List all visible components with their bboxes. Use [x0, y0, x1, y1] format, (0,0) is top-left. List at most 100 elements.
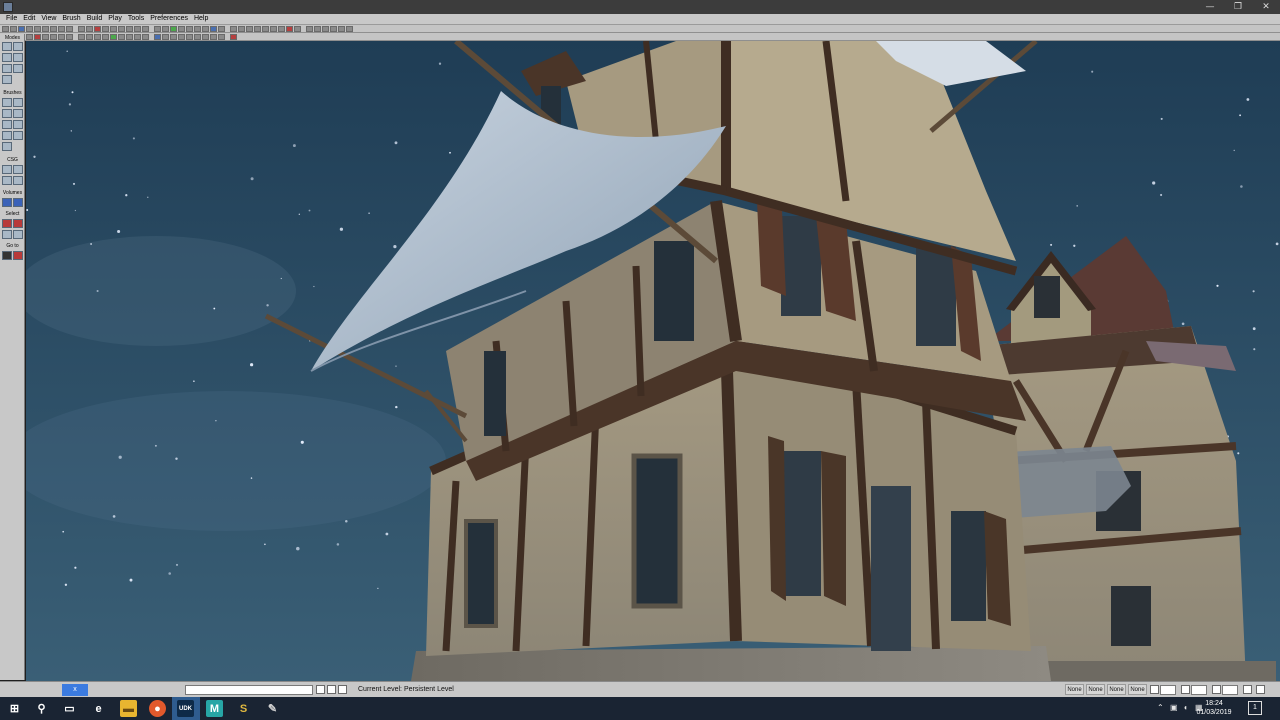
scale-grid-checkbox[interactable]: [1212, 685, 1221, 694]
toolbar-button[interactable]: [246, 25, 253, 32]
toolbar-button[interactable]: [10, 25, 17, 32]
toolbar-button[interactable]: [58, 25, 65, 32]
menu-tools[interactable]: Tools: [125, 14, 147, 24]
go-to-builder-button[interactable]: [13, 251, 23, 260]
go-to-actor-button[interactable]: [2, 251, 12, 260]
show-selected-button[interactable]: [2, 219, 12, 228]
toolbar-button[interactable]: [230, 25, 237, 32]
toolbar-button[interactable]: [194, 33, 201, 40]
toolbar-button[interactable]: [94, 25, 101, 32]
menu-file[interactable]: File: [3, 14, 20, 24]
perspective-viewport[interactable]: [26, 41, 1280, 681]
close-button[interactable]: ✕: [1252, 0, 1280, 14]
back-icon[interactable]: [327, 685, 336, 694]
toolbar-button[interactable]: [142, 33, 149, 40]
start-icon[interactable]: ⊞: [6, 700, 23, 717]
toolbar-button[interactable]: [194, 25, 201, 32]
menu-view[interactable]: View: [38, 14, 59, 24]
toolbar-button[interactable]: [210, 33, 217, 40]
3dsmax-icon[interactable]: S: [235, 700, 252, 717]
csg-deintersect-button[interactable]: [13, 176, 23, 185]
maya-icon[interactable]: M: [206, 700, 223, 717]
toolbar-button[interactable]: [102, 33, 109, 40]
tray-volume-icon[interactable]: ◖: [1183, 703, 1188, 712]
toolbar-button[interactable]: [162, 25, 169, 32]
toolbar-button[interactable]: [186, 33, 193, 40]
landscape-mode-button[interactable]: [2, 75, 12, 84]
toolbar-button[interactable]: [78, 33, 85, 40]
toolbar-button[interactable]: [110, 33, 117, 40]
terrain-mode-button[interactable]: [2, 64, 12, 73]
pause-icon[interactable]: [338, 685, 347, 694]
brush-cone-button[interactable]: [13, 98, 23, 107]
camera-mode-button[interactable]: [2, 42, 12, 51]
toolbar-button[interactable]: [58, 33, 65, 40]
menu-brush[interactable]: Brush: [59, 14, 83, 24]
toolbar-button[interactable]: [286, 25, 293, 32]
toolbar-button[interactable]: [134, 33, 141, 40]
menu-build[interactable]: Build: [84, 14, 106, 24]
brush-tetra-button[interactable]: [13, 131, 23, 140]
drag-grid-field[interactable]: [1160, 685, 1176, 695]
notification-icon[interactable]: 1: [1248, 701, 1262, 715]
toolbar-button[interactable]: [66, 25, 73, 32]
toolbar-button[interactable]: [238, 25, 245, 32]
toggle-icon[interactable]: [1243, 685, 1252, 694]
toolbar-button[interactable]: [322, 25, 329, 32]
toolbar-button[interactable]: [134, 25, 141, 32]
search-icon[interactable]: ⚲: [33, 700, 50, 717]
toolbar-button[interactable]: [26, 25, 33, 32]
task-view-icon[interactable]: ▭: [61, 700, 78, 717]
toolbar-button[interactable]: [230, 33, 237, 40]
toolbar-button[interactable]: [162, 33, 169, 40]
toolbar-button[interactable]: [42, 25, 49, 32]
snap-setting-2[interactable]: None: [1086, 684, 1105, 695]
menu-help[interactable]: Help: [191, 14, 211, 24]
menu-preferences[interactable]: Preferences: [147, 14, 191, 24]
brush-cube-button[interactable]: [2, 98, 12, 107]
toolbar-button[interactable]: [66, 33, 73, 40]
toolbar-button[interactable]: [94, 33, 101, 40]
toolbar-button[interactable]: [34, 25, 41, 32]
rotation-grid-field[interactable]: [1191, 685, 1207, 695]
brush-sphere-button[interactable]: [13, 120, 23, 129]
toolbar-button[interactable]: [154, 33, 161, 40]
close-level-tab[interactable]: x: [62, 684, 88, 696]
toolbar-button[interactable]: [170, 25, 177, 32]
snap-setting-1[interactable]: None: [1065, 684, 1084, 695]
toolbar-button[interactable]: [210, 25, 217, 32]
minimize-button[interactable]: —: [1196, 0, 1224, 14]
texture-mode-button[interactable]: [2, 53, 12, 62]
menu-edit[interactable]: Edit: [20, 14, 38, 24]
toolbar-button[interactable]: [118, 25, 125, 32]
csg-add-button[interactable]: [2, 165, 12, 174]
mesh-paint-button[interactable]: [13, 53, 23, 62]
tray-network-icon[interactable]: ▣: [1170, 703, 1178, 712]
brush-cylinder-button[interactable]: [2, 109, 12, 118]
tray-chevron-icon[interactable]: ⌃: [1157, 703, 1164, 712]
add-volume-button[interactable]: [2, 198, 12, 207]
toolbar-button[interactable]: [314, 25, 321, 32]
toolbar-button[interactable]: [50, 33, 57, 40]
brush-stairs-button[interactable]: [13, 109, 23, 118]
toolbar-button[interactable]: [254, 25, 261, 32]
toolbar-button[interactable]: [294, 25, 301, 32]
command-input[interactable]: [185, 685, 313, 695]
foliage-mode-button[interactable]: [13, 64, 23, 73]
toolbar-button[interactable]: [26, 33, 33, 40]
geometry-mode-button[interactable]: [13, 42, 23, 51]
feather-app-icon[interactable]: ✎: [264, 700, 281, 717]
toolbar-button[interactable]: [186, 25, 193, 32]
maximize-button[interactable]: ❐: [1224, 0, 1252, 14]
toolbar-button[interactable]: [86, 33, 93, 40]
brush-sheet-button[interactable]: [2, 120, 12, 129]
unreal-editor-icon[interactable]: UDK: [177, 700, 194, 717]
show-all-button[interactable]: [13, 230, 23, 239]
toolbar-button[interactable]: [34, 33, 41, 40]
toolbar-button[interactable]: [218, 25, 225, 32]
toolbar-button[interactable]: [50, 25, 57, 32]
firefox-icon[interactable]: ●: [149, 700, 166, 717]
toolbar-button[interactable]: [330, 25, 337, 32]
toolbar-button[interactable]: [126, 25, 133, 32]
toolbar-button[interactable]: [218, 33, 225, 40]
